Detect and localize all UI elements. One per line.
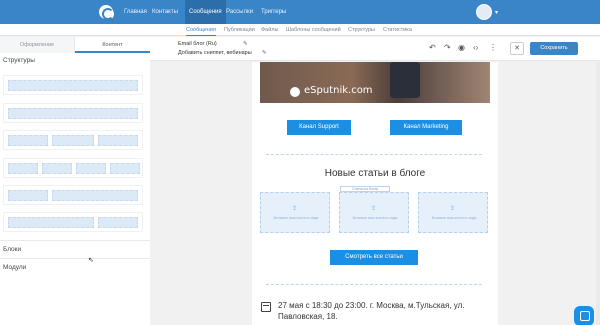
upload-icon: ⇪	[371, 206, 377, 212]
modules-label: Модули	[3, 264, 27, 271]
structures-title: Структуры	[3, 57, 35, 64]
close-button[interactable]: ✕	[510, 42, 524, 55]
upload-icon: ⇪	[292, 206, 298, 212]
subnav-item-publications[interactable]: Публикации	[224, 24, 255, 36]
structure-cell	[8, 108, 138, 119]
structure-cell	[8, 135, 48, 146]
esputnik-logo-icon	[290, 87, 300, 97]
calendar-icon	[261, 302, 271, 312]
structure-cell	[98, 217, 138, 228]
structure-cell	[8, 190, 48, 201]
card-placeholder: Вставьте ваш контент сюда	[431, 216, 477, 220]
user-avatar[interactable]	[476, 4, 492, 20]
subnav-item-statistics[interactable]: Статистика	[383, 24, 412, 36]
all-articles-button[interactable]: Смотреть все статьи	[330, 250, 418, 265]
chevron-down-icon[interactable]: ▾	[495, 9, 498, 16]
upload-icon: ⇪	[450, 206, 456, 212]
message-subject: Добавить сниппет, вебинары	[178, 50, 252, 56]
nav-item-home[interactable]: Главная	[124, 6, 147, 18]
structure-2-1[interactable]	[3, 212, 143, 232]
marketing-channel-button[interactable]: Канал Marketing	[390, 120, 462, 135]
structure-cell	[52, 190, 138, 201]
nav-item-mailings[interactable]: Рассылки	[226, 6, 253, 18]
subnav-item-structures[interactable]: Структуры	[348, 24, 375, 36]
structure-4col[interactable]	[3, 158, 143, 178]
code-icon[interactable]: ‹›	[473, 43, 478, 53]
content-card[interactable]: ⇪ Вставьте ваш контент сюда	[339, 192, 409, 233]
subnav-item-files[interactable]: Файлы	[261, 24, 278, 36]
divider	[266, 284, 482, 285]
structure-1col-b[interactable]	[3, 103, 143, 123]
redo-icon[interactable]: ↷	[444, 43, 451, 53]
event-details: 27 мая с 18:30 до 23:00. г. Москва, м.Ту…	[278, 301, 465, 321]
structures-panel: Структуры Блоки Модули	[0, 53, 150, 325]
scrollbar[interactable]	[596, 62, 600, 325]
mouse-pointer-icon: ⇖	[88, 257, 94, 264]
structure-cell	[110, 163, 140, 174]
card-placeholder: Вставьте ваш контент сюда	[273, 216, 319, 220]
structure-cell	[98, 135, 138, 146]
nav-item-contacts[interactable]: Контакты	[152, 6, 178, 18]
chat-icon[interactable]	[574, 306, 594, 325]
structure-cell	[8, 80, 138, 91]
hero-image[interactable]: eSputnik.com	[260, 62, 490, 103]
structure-cell	[8, 163, 38, 174]
logo-icon[interactable]	[99, 5, 114, 20]
structure-cell	[76, 163, 106, 174]
tab-design[interactable]: Оформление	[0, 37, 75, 53]
structure-cell	[8, 217, 94, 228]
support-channel-button[interactable]: Канал Support	[287, 120, 351, 135]
app-window: Главная Контакты Сообщения Рассылки Триг…	[0, 0, 600, 325]
subnav-item-messages[interactable]: Сообщения	[186, 24, 216, 36]
structure-1-2[interactable]	[3, 185, 143, 205]
content-card[interactable]: ⇪ Вставьте ваш контент сюда	[260, 192, 330, 233]
email-canvas[interactable]: eSputnik.com Канал Support Канал Marketi…	[252, 62, 498, 325]
sub-nav: Сообщения Публикации Файлы Шаблоны сообщ…	[0, 24, 600, 36]
pencil-icon[interactable]: ✎	[243, 41, 248, 47]
message-name: Email блог (Ru)	[178, 41, 217, 47]
structure-cell	[52, 135, 94, 146]
content-card[interactable]: ⇪ Вставьте ваш контент сюда	[418, 192, 488, 233]
divider	[266, 154, 482, 155]
undo-icon[interactable]: ↶	[429, 43, 436, 53]
blocks-label: Блоки	[3, 246, 22, 253]
pencil-icon[interactable]: ✎	[262, 50, 267, 56]
blog-title: Новые статьи в блоге	[324, 168, 426, 179]
save-button[interactable]: Сохранить	[530, 42, 578, 55]
more-icon[interactable]: ⋮	[489, 43, 497, 53]
top-nav: Главная Контакты Сообщения Рассылки Триг…	[0, 0, 600, 24]
hero-brand-text: eSputnik.com	[304, 85, 373, 96]
nav-item-triggers[interactable]: Триггеры	[261, 6, 286, 18]
subnav-item-templates[interactable]: Шаблоны сообщений	[286, 24, 341, 36]
structure-1col[interactable]	[3, 75, 143, 95]
nav-item-messages[interactable]: Сообщения	[185, 0, 226, 24]
structure-cell	[42, 163, 72, 174]
structure-3col[interactable]	[3, 130, 143, 150]
modules-accordion[interactable]: Модули	[0, 258, 150, 276]
tab-content[interactable]: Контент	[75, 37, 150, 53]
card-placeholder: Вставьте ваш контент сюда	[352, 216, 398, 220]
preview-icon[interactable]: ◉	[458, 43, 465, 53]
blocks-accordion[interactable]: Блоки	[0, 240, 150, 258]
